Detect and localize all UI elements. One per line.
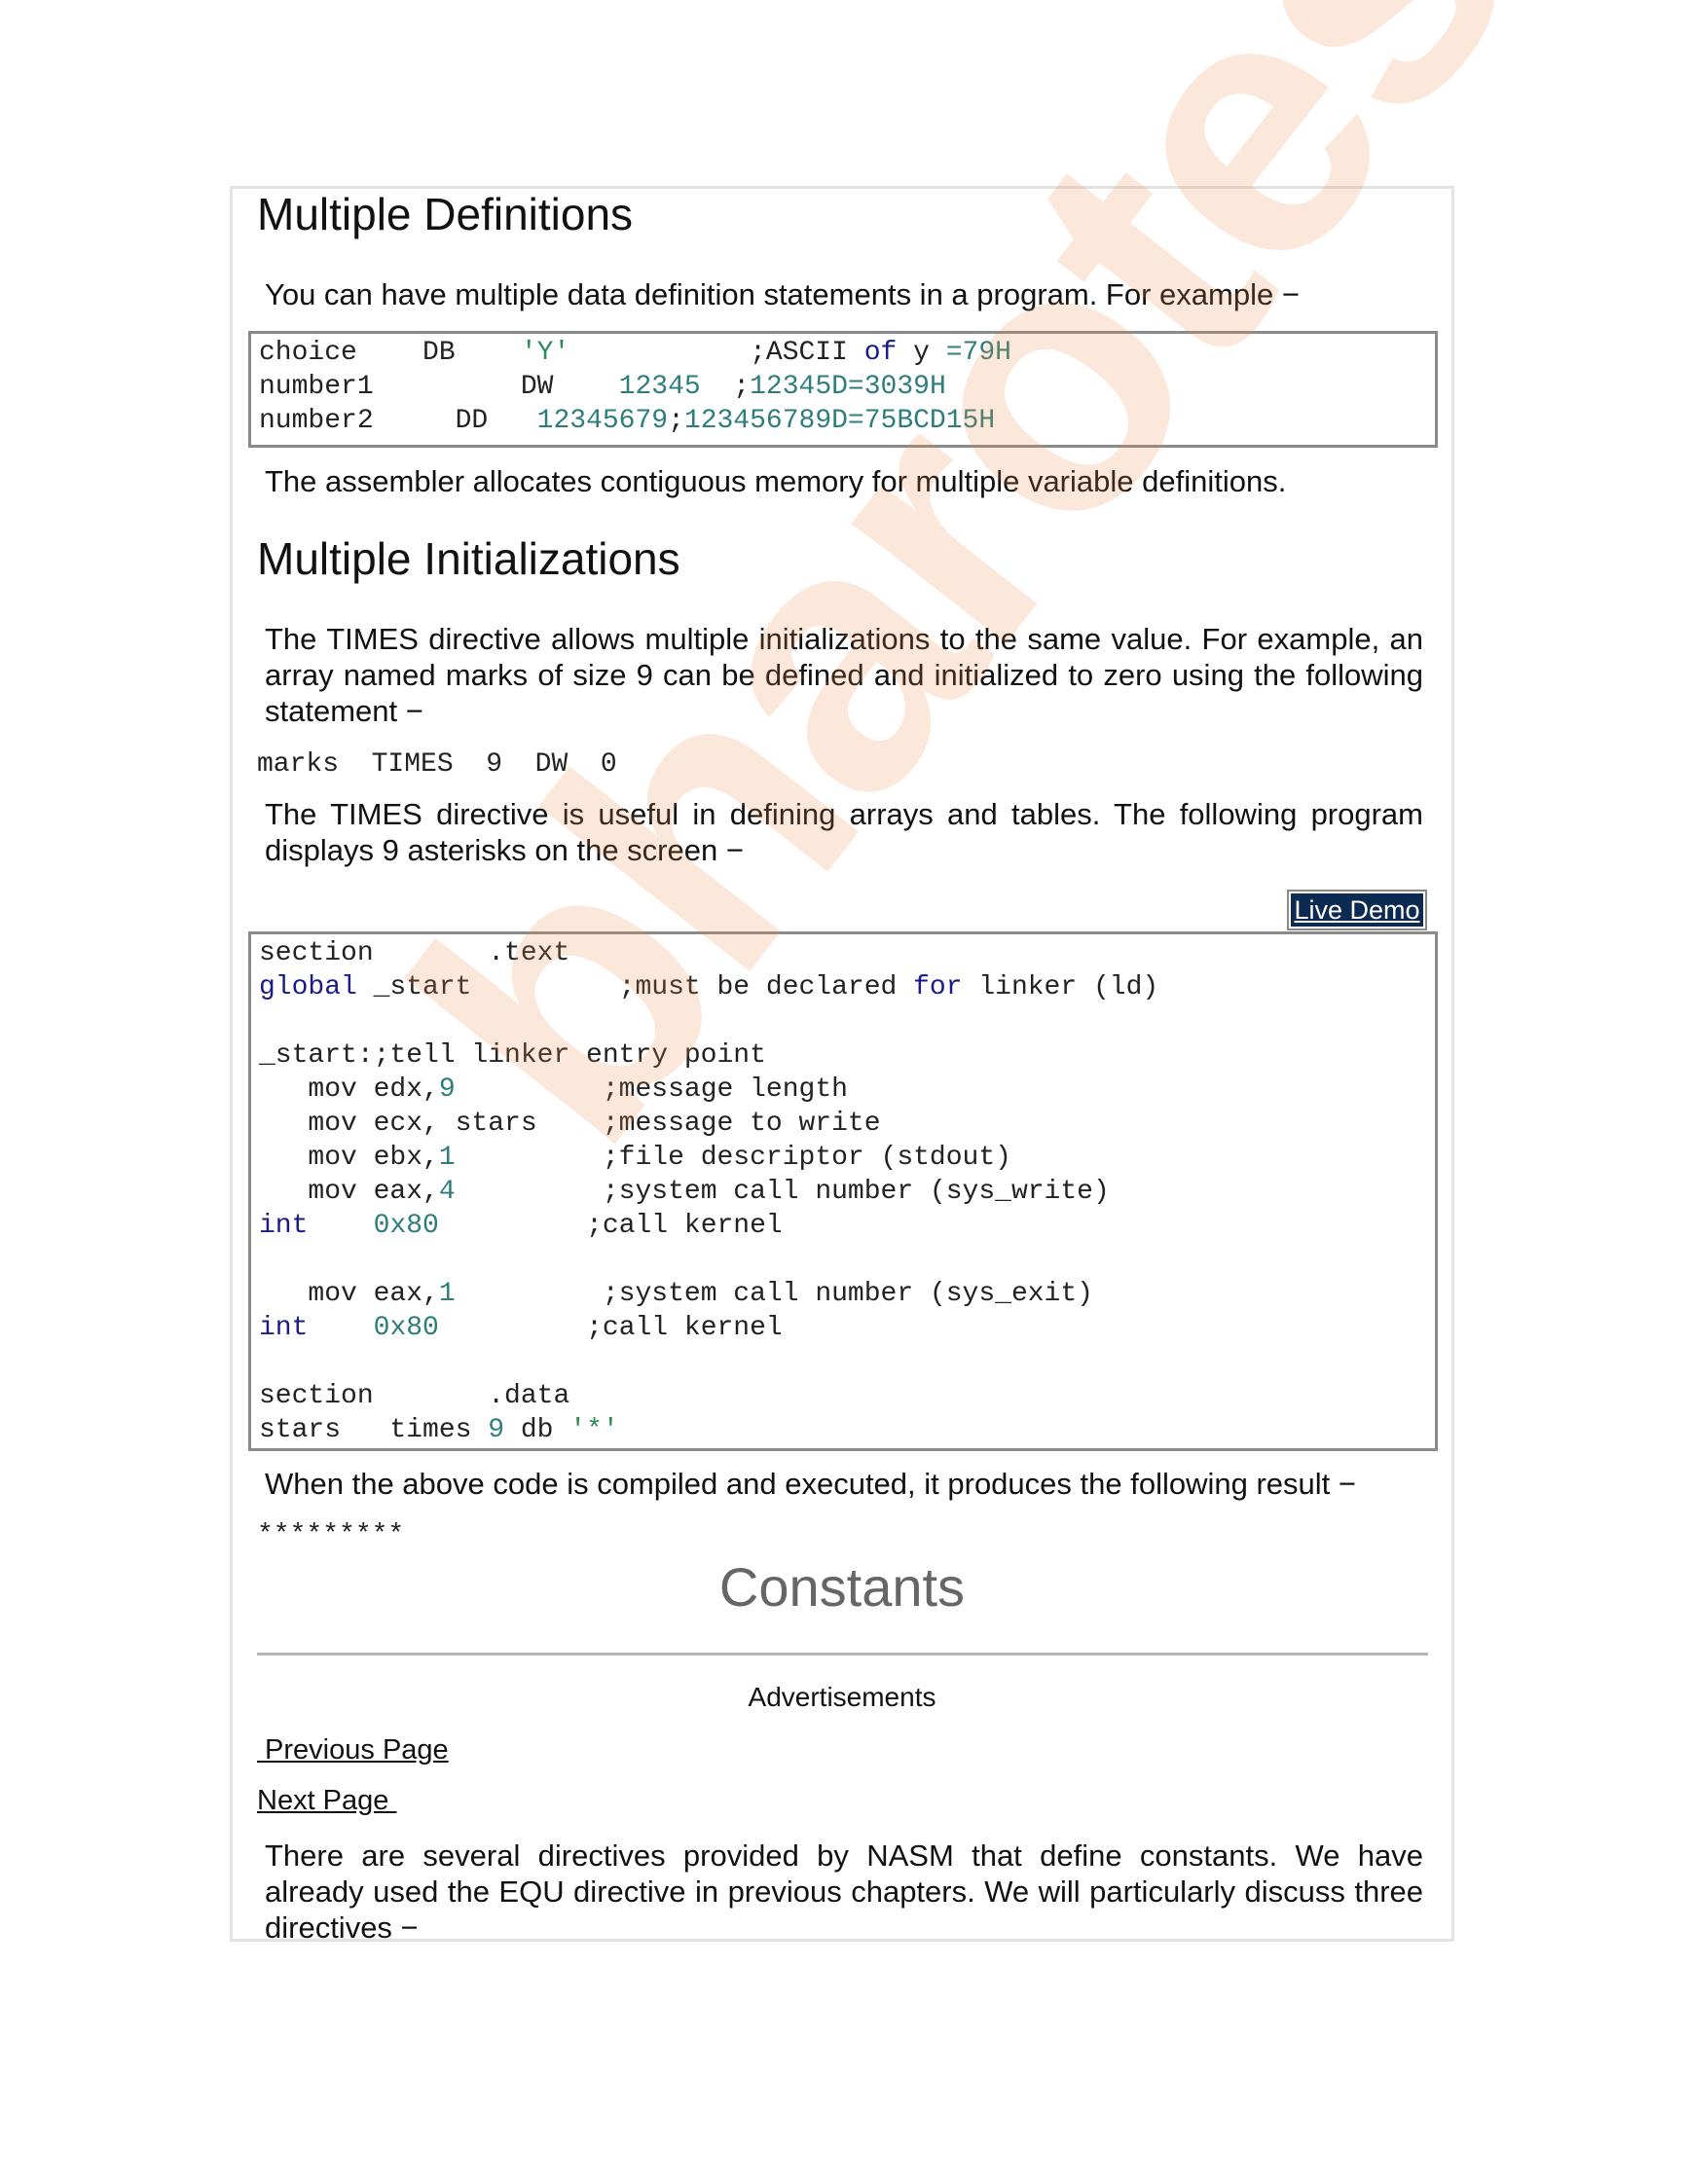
advertisements-label: Advertisements [748,1682,936,1712]
heading-multiple-definitions: Multiple Definitions [257,189,634,239]
code-program: section .text global _start ;must be dec… [259,938,1159,1445]
code-block-program: section .text global _start ;must be dec… [248,931,1438,1451]
code-block-definitions: choice DB 'Y' ;ASCII of y =79H number1 D… [248,331,1438,448]
next-page-link[interactable]: Next Page [257,1785,396,1817]
result-intro: When the above code is compiled and exec… [265,1467,1356,1501]
multiple-definitions-intro: You can have multiple data definition st… [265,277,1300,311]
previous-page-link[interactable]: Previous Page [257,1734,449,1766]
heading-multiple-initializations: Multiple Initializations [257,533,680,584]
live-demo-label: Live Demo [1291,893,1423,927]
multiple-initializations-intro: The TIMES directive allows multiple init… [265,622,1423,728]
result-output: ********* [257,1520,405,1550]
marks-statement: marks TIMES 9 DW 0 [257,749,617,780]
live-demo-button[interactable]: Live Demo [1287,890,1427,930]
times-useful-text: The TIMES directive is useful in definin… [265,797,1423,867]
divider [257,1653,1428,1656]
multiple-definitions-after: The assembler allocates contiguous memor… [265,464,1287,498]
heading-constants: Constants [718,1556,966,1618]
constants-intro: There are several directives provided by… [265,1838,1423,1945]
code-definitions: choice DB 'Y' ;ASCII of y =79H number1 D… [259,338,1011,436]
